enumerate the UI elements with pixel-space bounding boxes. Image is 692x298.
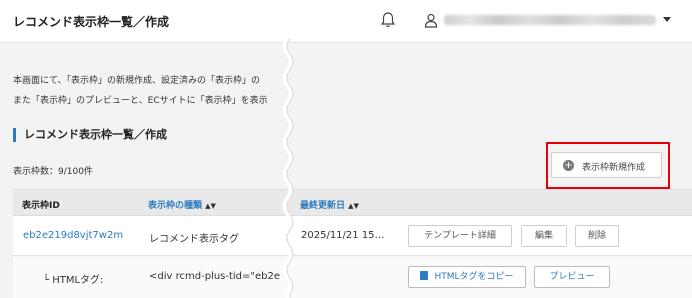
delete-button[interactable]: 削除 xyxy=(575,225,619,247)
page-title: レコメンド表示枠一覧／作成 xyxy=(13,15,170,29)
html-tag-label: └ HTMLタグ: xyxy=(43,275,104,286)
html-tag-value: <div rcmd-plus-tid="eb2e xyxy=(149,271,281,282)
copy-html-tag-label: HTMLタグをコピー xyxy=(434,272,514,282)
table-header: 表示枠ID 表示枠の種類 ▲▼ 最終更新日 ▲▼ xyxy=(13,189,692,216)
user-name-blurred[interactable] xyxy=(444,15,656,25)
table-row: eb2e219d8vjt7w2m レコメンド表示タグ 2025/11/21 15… xyxy=(13,216,692,256)
intro-text-line1: 本画面にて、「表示枠」の新規作成、設定済みの「表示枠」の xyxy=(13,76,261,86)
section-title: レコメンド表示枠一覧／作成 xyxy=(13,128,167,142)
frame-id-link[interactable]: eb2e219d8vjt7w2m xyxy=(23,230,123,241)
frame-kind: レコメンド表示タグ xyxy=(149,234,239,245)
copy-html-tag-button[interactable]: HTMLタグをコピー xyxy=(408,266,526,288)
column-header-updated[interactable]: 最終更新日 ▲▼ xyxy=(300,198,359,211)
highlight-box xyxy=(546,142,670,189)
caret-down-icon[interactable] xyxy=(663,17,671,22)
template-detail-button[interactable]: テンプレート詳細 xyxy=(408,225,512,247)
sort-icon: ▲▼ xyxy=(348,202,359,210)
column-header-kind-label: 表示枠の種類 xyxy=(148,201,203,211)
main-content: 本画面にて、「表示枠」の新規作成、設定済みの「表示枠」の また「表示枠」のプレビ… xyxy=(0,44,692,298)
app-header: レコメンド表示枠一覧／作成 xyxy=(0,0,692,43)
html-tag-row: └ HTMLタグ: <div rcmd-plus-tid="eb2e HTMLタ… xyxy=(13,257,692,298)
sort-icon: ▲▼ xyxy=(205,202,216,210)
intro-text-line2: また「表示枠」のプレビューと、ECサイトに「表示枠」を表示 xyxy=(13,96,268,106)
column-header-updated-label: 最終更新日 xyxy=(300,201,346,211)
frame-count: 表示枠数：9/100件 xyxy=(13,167,93,177)
user-icon[interactable] xyxy=(424,13,438,28)
screenshot-tear xyxy=(282,38,294,298)
column-header-id: 表示枠ID xyxy=(22,201,60,211)
column-header-kind[interactable]: 表示枠の種類 ▲▼ xyxy=(148,198,216,211)
bell-icon[interactable] xyxy=(380,11,396,29)
frame-updated-date: 2025/11/21 15… xyxy=(301,230,385,241)
edit-button[interactable]: 編集 xyxy=(521,225,567,247)
copy-icon xyxy=(420,271,429,280)
preview-button[interactable]: プレビュー xyxy=(534,266,610,288)
